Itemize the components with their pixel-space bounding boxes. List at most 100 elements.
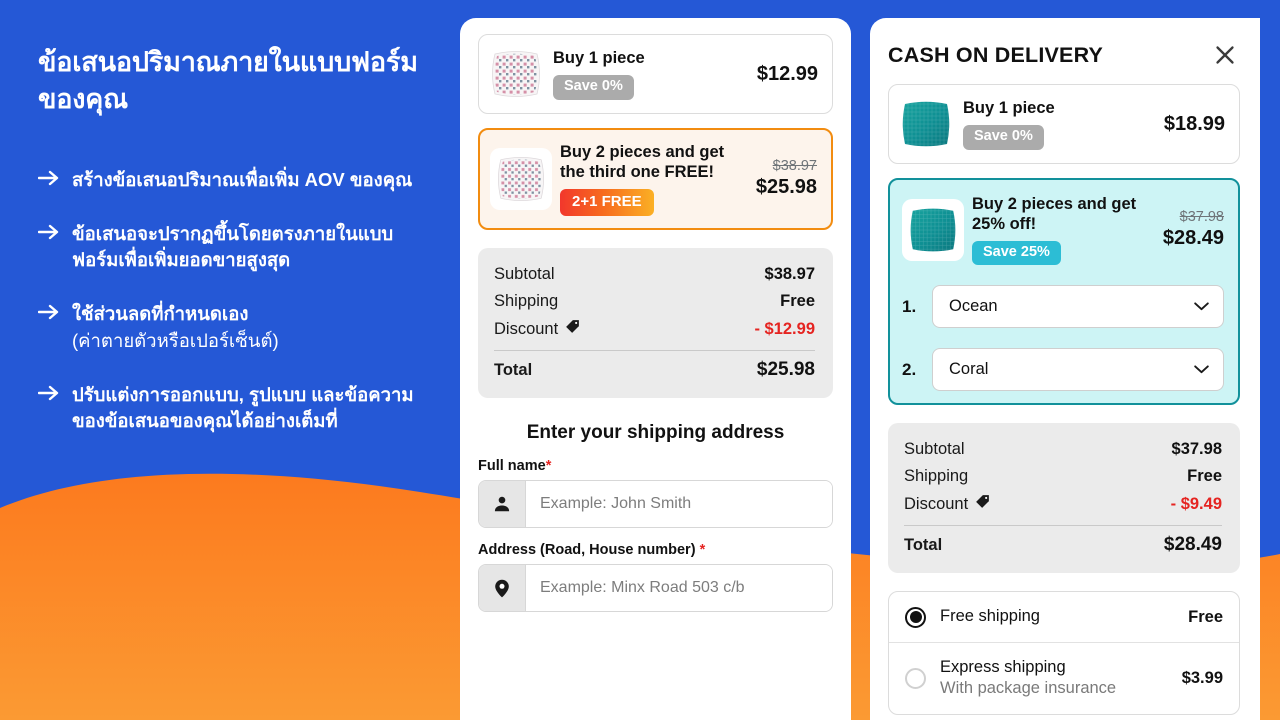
summary-row-subtotal: Subtotal $37.98 <box>904 436 1222 463</box>
offer-title: Buy 2 pieces and get 25% off! <box>972 195 1137 234</box>
radio-unselected-icon[interactable] <box>905 667 926 689</box>
order-summary: Subtotal $37.98 Shipping Free Discount -… <box>888 423 1240 574</box>
required-marker: * <box>699 542 706 558</box>
field-address: Address (Road, House number) * <box>478 542 833 612</box>
offer-card-buy-1[interactable]: Buy 1 piece Save 0% $18.99 <box>888 84 1240 164</box>
summary-label: Discount <box>904 494 990 514</box>
promo-bullet-label: ปรับแต่งการออกแบบ, รูปแบบ และข้อความของข… <box>72 383 414 432</box>
pillow-dots-thumbnail <box>490 148 552 210</box>
offer-details: Buy 2 pieces and get the third one FREE!… <box>560 142 742 216</box>
promo-bullet: ข้อเสนอจะปรากฏขึ้นโดยตรงภายในแบบฟอร์มเพื… <box>38 221 430 274</box>
promo-bullet-label: สร้างข้อเสนอปริมาณเพื่อเพิ่ม AOV ของคุณ <box>72 168 413 190</box>
promo-bullet-label: ข้อเสนอจะปรากฏขึ้นโดยตรงภายในแบบฟอร์มเพื… <box>72 222 394 271</box>
shipping-option-price: $3.99 <box>1181 668 1223 687</box>
field-full-name: Full name* <box>478 458 833 528</box>
promo-bullet-label: ใช้ส่วนลดที่กำหนดเอง (ค่าตายตัวหรือเปอร์… <box>72 301 430 354</box>
full-name-input[interactable] <box>526 481 832 527</box>
summary-row-total: Total $28.49 <box>904 530 1222 560</box>
offer-card-buy-1[interactable]: Buy 1 piece Save 0% $12.99 <box>478 34 833 114</box>
promo-bullet: สร้างข้อเสนอปริมาณเพื่อเพิ่ม AOV ของคุณ <box>38 167 430 193</box>
summary-value: - $12.99 <box>754 319 815 338</box>
field-label-text: Full name <box>478 458 546 474</box>
variant-select-1[interactable]: Ocean <box>932 285 1224 329</box>
offer-price: $28.49 <box>1162 226 1224 249</box>
summary-label: Discount <box>494 319 580 339</box>
summary-divider <box>904 525 1222 527</box>
address-input[interactable] <box>526 565 832 611</box>
radio-selected-icon[interactable] <box>905 606 926 628</box>
field-label-text: Address (Road, House number) <box>478 542 696 558</box>
summary-label: Total <box>904 535 943 554</box>
shipping-address-heading: Enter your shipping address <box>526 422 785 443</box>
variant-select-2[interactable]: Coral <box>932 348 1224 392</box>
summary-row-subtotal: Subtotal $38.97 <box>494 261 815 288</box>
shipping-option-express[interactable]: Express shipping With package insurance … <box>889 641 1239 714</box>
summary-label-text: Discount <box>904 494 969 513</box>
summary-value: $37.98 <box>1171 440 1222 459</box>
arrow-right-icon <box>38 301 60 320</box>
address-input-shell[interactable] <box>478 564 833 612</box>
cash-on-delivery-panel: CASH ON DELIVERY Buy 1 piece Save 0% $18… <box>870 18 1260 720</box>
summary-label: Shipping <box>904 467 969 486</box>
variant-index: 2. <box>902 359 917 379</box>
summary-row-shipping: Shipping Free <box>904 463 1222 490</box>
order-summary: Subtotal $38.97 Shipping Free Discount -… <box>478 248 833 398</box>
variant-select-value: Coral <box>949 360 989 379</box>
full-name-input-shell[interactable] <box>478 480 833 528</box>
arrow-right-icon <box>38 221 60 240</box>
summary-value: Free <box>1187 467 1222 486</box>
offer-details: Buy 2 pieces and get 25% off! Save 25% <box>972 194 1149 266</box>
summary-divider <box>494 350 815 351</box>
summary-value: $25.98 <box>756 359 815 380</box>
offer-card-buy-2-get-1-free[interactable]: Buy 2 pieces and get the third one FREE!… <box>478 128 833 230</box>
offer-original-price: $37.98 <box>1179 208 1224 225</box>
offer-price: $25.98 <box>755 176 817 199</box>
offer-main-row: Buy 2 pieces and get 25% off! Save 25% $… <box>902 194 1224 266</box>
promo-bullet: ใช้ส่วนลดที่กำหนดเอง (ค่าตายตัวหรือเปอร์… <box>38 301 430 354</box>
promo-panel: ข้อเสนอปริมาณภายในแบบฟอร์มของคุณ สร้างข้… <box>0 0 460 720</box>
summary-label: Subtotal <box>494 265 555 283</box>
offer-title: Buy 2 pieces and get the third one FREE! <box>560 143 725 182</box>
shipping-method-list: Free shipping Free Express shipping With… <box>888 591 1240 715</box>
offer-pricing: $37.98 $28.49 <box>1157 209 1224 251</box>
shipping-option-name: Free shipping <box>940 607 1040 626</box>
map-pin-icon <box>479 565 526 611</box>
summary-row-discount: Discount - $9.49 <box>904 490 1222 518</box>
summary-label: Shipping <box>494 292 559 310</box>
chevron-down-icon <box>1194 360 1209 379</box>
summary-row-shipping: Shipping Free <box>494 288 815 315</box>
offer-details: Buy 1 piece Save 0% <box>553 48 743 100</box>
summary-value: Free <box>780 292 815 310</box>
close-icon[interactable] <box>1210 40 1240 70</box>
price-tag-icon <box>975 494 990 514</box>
summary-value: $28.49 <box>1163 534 1222 556</box>
required-marker: * <box>545 458 552 474</box>
summary-value: - $9.49 <box>1170 494 1222 513</box>
offer-savings-badge: Save 0% <box>963 125 1044 150</box>
chevron-down-icon <box>1194 297 1209 316</box>
order-form-panel: Buy 1 piece Save 0% $12.99 Buy 2 pieces … <box>460 18 851 720</box>
offer-savings-badge: Save 0% <box>553 75 634 100</box>
pillow-teal-thumbnail <box>897 95 955 153</box>
summary-value: $38.97 <box>764 265 815 283</box>
offer-details: Buy 1 piece Save 0% <box>963 98 1150 150</box>
variant-index: 1. <box>902 296 917 316</box>
offer-card-buy-2-get-25-off[interactable]: Buy 2 pieces and get 25% off! Save 25% $… <box>888 178 1240 406</box>
shipping-option-price: Free <box>1188 607 1223 626</box>
offer-price: $12.99 <box>756 62 818 85</box>
pillow-teal-thumbnail <box>902 198 964 261</box>
shipping-option-free[interactable]: Free shipping Free <box>889 592 1239 641</box>
price-tag-icon <box>565 319 580 339</box>
variant-row-1: 1. Ocean <box>902 285 1224 329</box>
promo-bullet-list: สร้างข้อเสนอปริมาณเพื่อเพิ่ม AOV ของคุณ … <box>38 167 430 435</box>
shipping-option-body: Free shipping <box>940 606 1174 627</box>
offer-pricing: $18.99 <box>1158 112 1225 137</box>
promo-bullet-main: ใช้ส่วนลดที่กำหนดเอง <box>72 303 249 325</box>
shipping-option-sub: With package insurance <box>940 679 1117 698</box>
offer-savings-badge: 2+1 FREE <box>560 189 654 216</box>
panel-header: CASH ON DELIVERY <box>888 40 1240 70</box>
offer-original-price: $38.97 <box>772 157 817 174</box>
offer-pricing: $12.99 <box>751 62 818 87</box>
promo-title: ข้อเสนอปริมาณภายในแบบฟอร์มของคุณ <box>38 47 418 115</box>
offer-pricing: $38.97 $25.98 <box>750 158 817 200</box>
